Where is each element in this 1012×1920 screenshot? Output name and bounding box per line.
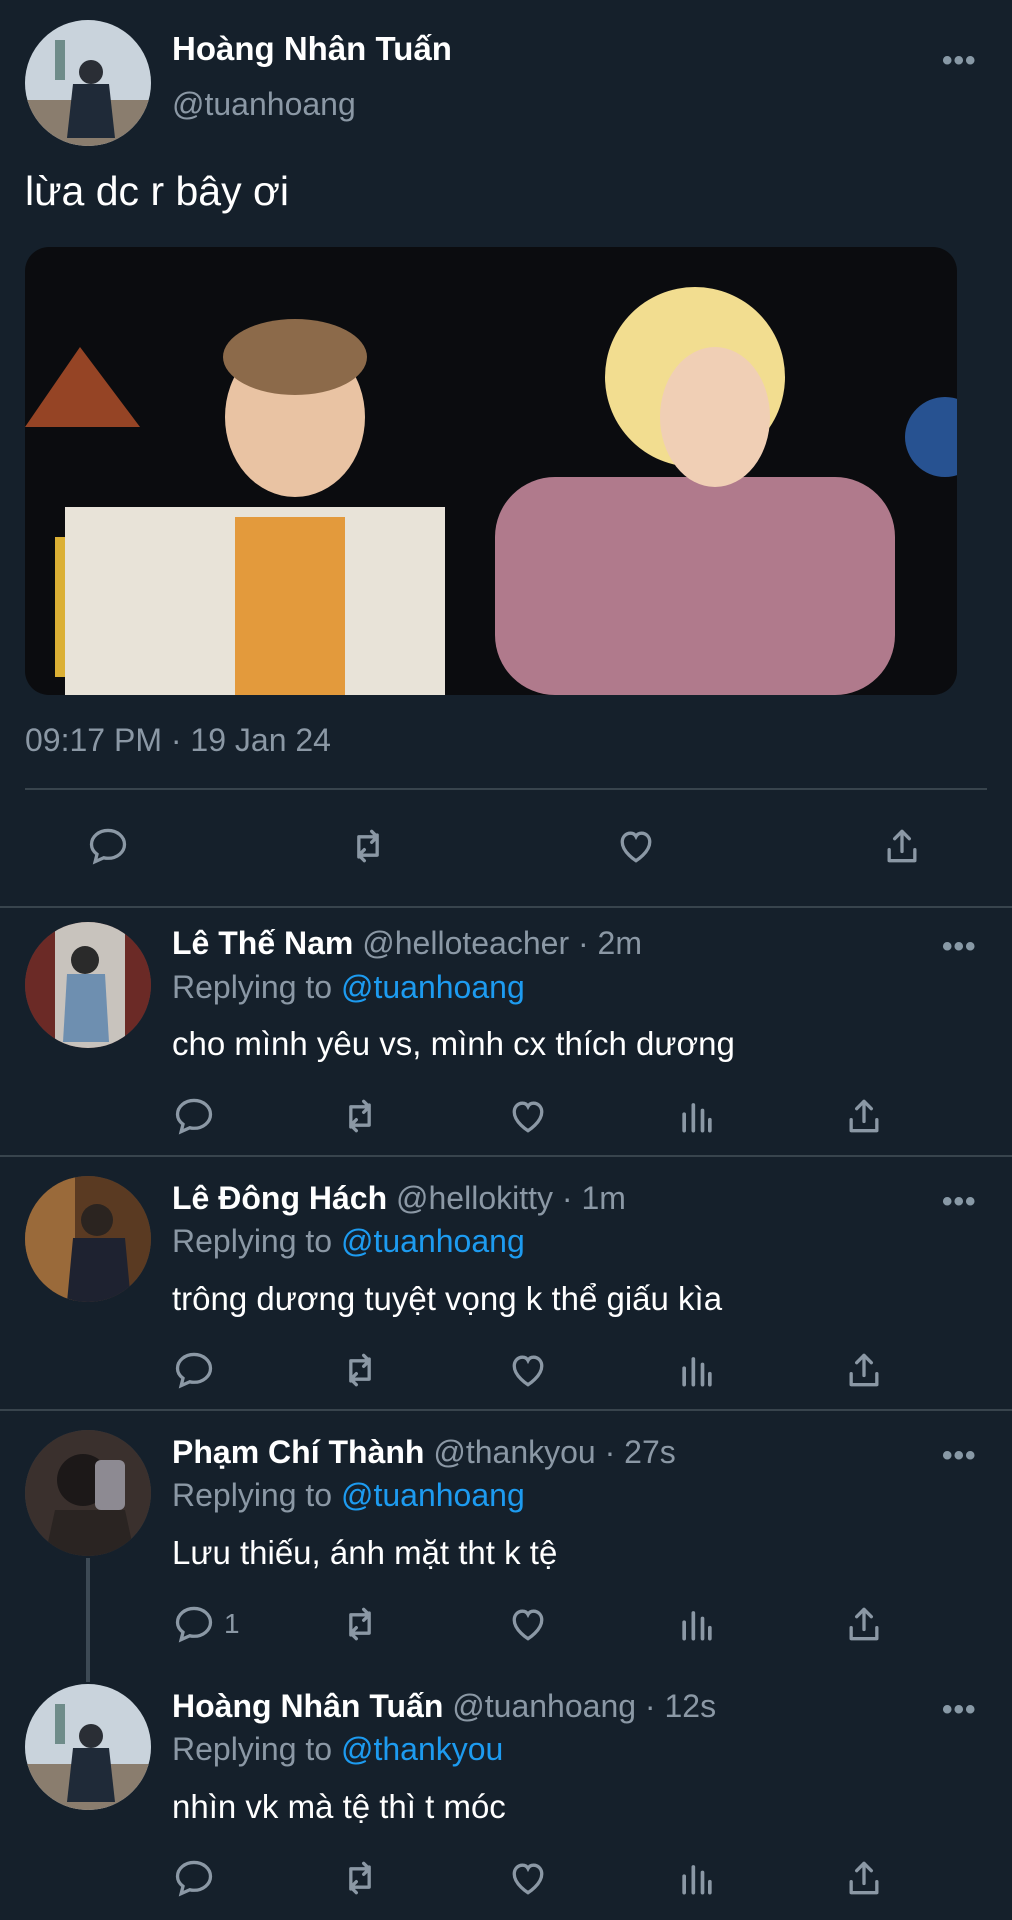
reply-icon bbox=[89, 828, 127, 865]
replying-to-label: Replying to bbox=[172, 969, 333, 1005]
retweet-button[interactable] bbox=[346, 824, 390, 868]
reply-header: Lê Thế Nam @helloteacher · 2m bbox=[172, 925, 642, 962]
reply-author-name[interactable]: Phạm Chí Thành bbox=[172, 1434, 424, 1470]
mention-link[interactable]: @thankyou bbox=[341, 1731, 503, 1767]
like-button[interactable] bbox=[506, 1348, 550, 1392]
author-avatar[interactable] bbox=[25, 20, 151, 146]
reply-button[interactable] bbox=[172, 1094, 224, 1138]
divider bbox=[25, 788, 987, 790]
retweet-button[interactable] bbox=[338, 1094, 382, 1138]
share-icon bbox=[849, 1353, 879, 1387]
reply-handle-time[interactable]: @tuanhoang · 12s bbox=[452, 1688, 716, 1724]
analytics-button[interactable] bbox=[675, 1602, 719, 1646]
reply-avatar[interactable] bbox=[25, 1430, 151, 1556]
share-button[interactable] bbox=[880, 824, 924, 868]
share-button[interactable] bbox=[842, 1856, 886, 1900]
analytics-icon bbox=[682, 1611, 712, 1641]
more-options-icon[interactable]: ••• bbox=[942, 930, 977, 964]
like-icon bbox=[512, 1609, 544, 1641]
tweet-timestamp: 09:17 PM · 19 Jan 24 bbox=[25, 722, 331, 758]
tweet-media-image bbox=[25, 247, 957, 695]
reply-text: Lưu thiếu, ánh mặt tht k tệ bbox=[172, 1534, 558, 1571]
like-button[interactable] bbox=[506, 1856, 550, 1900]
analytics-icon bbox=[682, 1865, 712, 1895]
like-icon bbox=[512, 1863, 544, 1895]
reply-author-name[interactable]: Hoàng Nhân Tuấn bbox=[172, 1688, 443, 1724]
reply-text: nhìn vk mà tệ thì t móc bbox=[172, 1788, 506, 1825]
reply-author-name[interactable]: Lê Thế Nam bbox=[172, 925, 353, 961]
more-options-icon[interactable]: ••• bbox=[942, 1185, 977, 1219]
replying-to-label: Replying to bbox=[172, 1477, 333, 1513]
reply-avatar[interactable] bbox=[25, 1176, 151, 1302]
reply-text: trông dương tuyệt vọng k thể giấu kìa bbox=[172, 1280, 723, 1317]
reply-avatar[interactable] bbox=[25, 922, 151, 1048]
reply-icon bbox=[175, 1606, 213, 1643]
divider bbox=[0, 1155, 1012, 1157]
tweet-media[interactable] bbox=[25, 247, 957, 695]
reply-icon bbox=[175, 1098, 213, 1135]
reply-header: Lê Đông Hách @hellokitty · 1m bbox=[172, 1180, 626, 1217]
like-button[interactable] bbox=[614, 824, 658, 868]
reply-icon bbox=[175, 1860, 213, 1897]
replying-to-label: Replying to bbox=[172, 1223, 333, 1259]
retweet-button[interactable] bbox=[338, 1348, 382, 1392]
more-options-icon[interactable]: ••• bbox=[942, 44, 977, 78]
thread-connector bbox=[86, 1558, 90, 1682]
retweet-button[interactable] bbox=[338, 1602, 382, 1646]
reply-count: 1 bbox=[224, 1608, 240, 1639]
share-icon bbox=[887, 829, 917, 863]
analytics-button[interactable] bbox=[675, 1856, 719, 1900]
share-icon bbox=[849, 1861, 879, 1895]
more-options-icon[interactable]: ••• bbox=[942, 1439, 977, 1473]
replying-to: Replying to @tuanhoang bbox=[172, 1477, 525, 1514]
divider bbox=[0, 1409, 1012, 1411]
reply-icon bbox=[175, 1352, 213, 1389]
share-button[interactable] bbox=[842, 1602, 886, 1646]
reply-header: Phạm Chí Thành @thankyou · 27s bbox=[172, 1434, 676, 1471]
share-icon bbox=[849, 1099, 879, 1133]
share-button[interactable] bbox=[842, 1094, 886, 1138]
reply-handle-time[interactable]: @thankyou · 27s bbox=[433, 1434, 675, 1470]
retweet-icon bbox=[349, 1353, 371, 1387]
analytics-icon bbox=[682, 1357, 712, 1387]
tweet-text: lừa dc r bây ơi bbox=[25, 168, 289, 214]
like-icon bbox=[512, 1101, 544, 1133]
mention-link[interactable]: @tuanhoang bbox=[341, 969, 525, 1005]
retweet-icon bbox=[349, 1607, 371, 1641]
reply-button[interactable] bbox=[172, 1348, 224, 1392]
mention-link[interactable]: @tuanhoang bbox=[341, 1223, 525, 1259]
like-icon bbox=[512, 1355, 544, 1387]
reply-header: Hoàng Nhân Tuấn @tuanhoang · 12s bbox=[172, 1688, 716, 1725]
retweet-button[interactable] bbox=[338, 1856, 382, 1900]
analytics-button[interactable] bbox=[675, 1094, 719, 1138]
more-options-icon[interactable]: ••• bbox=[942, 1693, 977, 1727]
like-button[interactable] bbox=[506, 1094, 550, 1138]
retweet-icon bbox=[357, 829, 379, 863]
share-button[interactable] bbox=[842, 1348, 886, 1392]
reply-text: cho mình yêu vs, mình cx thích dương bbox=[172, 1025, 735, 1062]
replying-to: Replying to @tuanhoang bbox=[172, 1223, 525, 1260]
reply-avatar[interactable] bbox=[25, 1684, 151, 1810]
analytics-icon bbox=[682, 1103, 712, 1133]
retweet-icon bbox=[349, 1099, 371, 1133]
reply-handle-time[interactable]: @helloteacher · 2m bbox=[362, 925, 642, 961]
author-handle[interactable]: @tuanhoang bbox=[172, 86, 356, 123]
analytics-button[interactable] bbox=[675, 1348, 719, 1392]
reply-button[interactable] bbox=[172, 1856, 224, 1900]
reply-author-name[interactable]: Lê Đông Hách bbox=[172, 1180, 387, 1216]
retweet-icon bbox=[349, 1861, 371, 1895]
reply-handle-time[interactable]: @hellokitty · 1m bbox=[396, 1180, 626, 1216]
author-name[interactable]: Hoàng Nhân Tuấn bbox=[172, 30, 452, 68]
reply-button[interactable] bbox=[86, 824, 130, 868]
mention-link[interactable]: @tuanhoang bbox=[341, 1477, 525, 1513]
divider bbox=[0, 906, 1012, 908]
like-icon bbox=[620, 831, 652, 863]
replying-to-label: Replying to bbox=[172, 1731, 333, 1767]
replying-to: Replying to @tuanhoang bbox=[172, 969, 525, 1006]
replying-to: Replying to @thankyou bbox=[172, 1731, 503, 1768]
like-button[interactable] bbox=[506, 1602, 550, 1646]
reply-button[interactable]: 1 bbox=[172, 1602, 240, 1646]
share-icon bbox=[849, 1607, 879, 1641]
